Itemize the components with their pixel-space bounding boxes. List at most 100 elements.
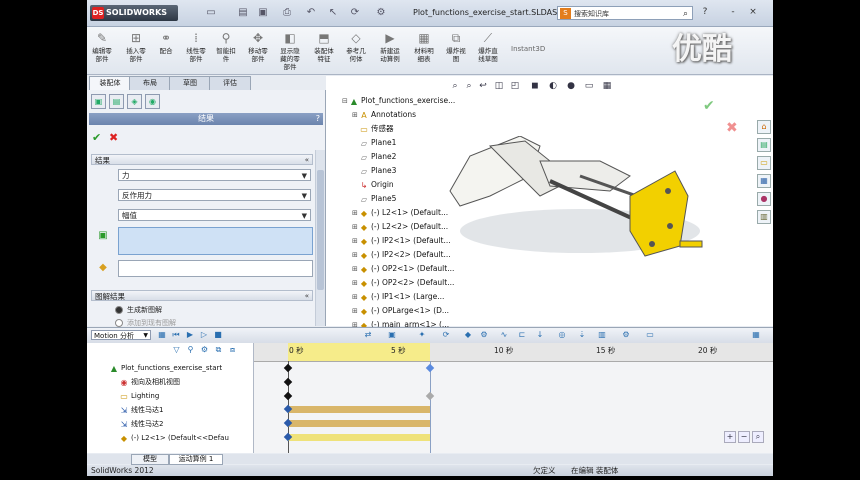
filter-results-icon[interactable]: ⧉ bbox=[213, 344, 224, 355]
spring-icon[interactable]: ∿ bbox=[499, 330, 509, 340]
group-plot-results[interactable]: 图解结果 « bbox=[91, 290, 313, 301]
view-settings-icon[interactable]: ▦ bbox=[602, 81, 612, 92]
motion-tree-part[interactable]: ◆ (-) L2<1> (Default<<Defau bbox=[119, 433, 229, 443]
group-results[interactable]: 结果 « bbox=[91, 154, 313, 165]
zoom-in-icon[interactable]: + bbox=[724, 431, 736, 443]
tab-sketch[interactable]: 草图 bbox=[169, 76, 211, 90]
tab-model[interactable]: 模型 bbox=[131, 454, 169, 465]
tree-item-plane1[interactable]: ▱ Plane1 bbox=[359, 138, 396, 148]
display-style-icon[interactable]: ◼ bbox=[530, 81, 540, 92]
loader-arm-model[interactable] bbox=[430, 136, 730, 266]
help-button[interactable]: ? bbox=[699, 6, 711, 19]
options-icon[interactable]: ⚙ bbox=[375, 7, 387, 19]
result-category-select[interactable]: 力 ▼ bbox=[118, 169, 311, 181]
result-component-select[interactable]: 幅值 ▼ bbox=[118, 209, 311, 221]
zoom-area-icon[interactable]: ⌕ bbox=[464, 81, 474, 92]
ribbon-button-0[interactable]: ✎ 编辑零部件 bbox=[91, 31, 113, 63]
feature-tree-icon[interactable]: ▣ bbox=[91, 94, 106, 109]
play-icon[interactable]: ▶ bbox=[185, 330, 195, 340]
force-icon[interactable]: ↓ bbox=[535, 330, 545, 340]
gravity-icon[interactable]: ⇣ bbox=[577, 330, 587, 340]
minimize-button[interactable]: - bbox=[727, 6, 739, 19]
motor-icon[interactable]: ⚙ bbox=[479, 330, 489, 340]
pm-scrollbar[interactable] bbox=[315, 150, 325, 326]
tree-item-part[interactable]: ⊞ ◆ (-) OPLarge<1> (D... bbox=[352, 306, 449, 316]
pm-scroll-thumb[interactable] bbox=[317, 170, 324, 290]
collapse-icon[interactable]: « bbox=[305, 291, 309, 302]
play-normal-icon[interactable]: ▷ bbox=[199, 330, 209, 340]
motion-tree-root[interactable]: ▲ Plot_functions_exercise_start bbox=[109, 363, 222, 373]
rebuild-icon[interactable]: ⟳ bbox=[349, 7, 361, 19]
motion-tree-view-camera[interactable]: ◉ 视向及相机视图 bbox=[119, 377, 181, 387]
section-view-icon[interactable]: ◫ bbox=[494, 81, 504, 92]
filter-collapse-icon[interactable]: ⧈ bbox=[227, 344, 238, 355]
tree-item-plane5[interactable]: ▱ Plane5 bbox=[359, 194, 396, 204]
zoom-fit-timeline-icon[interactable]: ⌕ bbox=[752, 431, 764, 443]
file-explorer-icon[interactable]: ▭ bbox=[757, 156, 771, 170]
mate-selection-box[interactable] bbox=[118, 227, 313, 255]
filter-driving-icon[interactable]: ⚲ bbox=[185, 344, 196, 355]
autokey-icon[interactable]: ⟳ bbox=[441, 330, 451, 340]
print-icon[interactable]: ⎙ bbox=[281, 7, 293, 19]
pm-help-icon[interactable]: ? bbox=[316, 113, 320, 125]
tree-item-sensors[interactable]: ▭ 传感器 bbox=[359, 124, 393, 134]
filter-selected-icon[interactable]: ⚙ bbox=[199, 344, 210, 355]
filter-animated-icon[interactable]: ▽ bbox=[171, 344, 182, 355]
ribbon-button-6[interactable]: ◧ 显示隐藏的零部件 bbox=[279, 31, 301, 71]
rewind-icon[interactable]: ⏮ bbox=[171, 330, 181, 340]
radio-new-plot[interactable]: 生成新图解 bbox=[115, 305, 162, 315]
tree-item-part[interactable]: ⊞ ◆ (-) OP2<2> (Default... bbox=[352, 278, 454, 288]
ribbon-button-7[interactable]: ⬒ 装配体特征 bbox=[313, 31, 335, 63]
keyframe[interactable] bbox=[283, 391, 293, 401]
motion-study-type-select[interactable]: Motion 分析 ▼ bbox=[91, 330, 151, 340]
keyframe[interactable] bbox=[283, 377, 293, 387]
ribbon-button-4[interactable]: ⚲ 智能扣件 bbox=[215, 31, 237, 63]
scene-icon[interactable]: ▭ bbox=[584, 81, 594, 92]
collapse-motion-icon[interactable]: ▭ bbox=[645, 330, 655, 340]
damper-icon[interactable]: ⊏ bbox=[517, 330, 527, 340]
ribbon-button-11[interactable]: ⧉ 爆炸视图 bbox=[445, 31, 467, 63]
animation-wizard-icon[interactable]: ✦ bbox=[417, 330, 427, 340]
property-manager-icon[interactable]: ▤ bbox=[109, 94, 124, 109]
motion-timeline[interactable]: 0 秒 5 秒 10 秒 15 秒 20 秒 + − ⌕ bbox=[254, 343, 773, 453]
new-file-icon[interactable]: ▭ bbox=[205, 7, 217, 19]
cancel-x-icon[interactable]: ✖ bbox=[109, 131, 118, 144]
view-orientation-icon[interactable]: ◰ bbox=[510, 81, 520, 92]
calculate-icon[interactable]: ▦ bbox=[157, 330, 167, 340]
tree-item-plane3[interactable]: ▱ Plane3 bbox=[359, 166, 396, 176]
add-key-icon[interactable]: ◆ bbox=[463, 330, 473, 340]
instant3d-button[interactable]: Instant3D bbox=[511, 45, 545, 53]
time-bar-current[interactable] bbox=[430, 361, 431, 453]
tree-item-origin[interactable]: ↳ Origin bbox=[359, 180, 394, 190]
appearance-icon[interactable]: ● bbox=[566, 81, 576, 92]
home-icon[interactable]: ⌂ bbox=[757, 120, 771, 134]
tree-root[interactable]: ⊟ ▲ Plot_functions_exercise... bbox=[342, 96, 455, 106]
motor2-duration-bar[interactable] bbox=[288, 420, 430, 427]
result-subcategory-select[interactable]: 反作用力 ▼ bbox=[118, 189, 311, 201]
save-animation-icon[interactable]: ▣ bbox=[387, 330, 397, 340]
solidworks-logo[interactable]: DS SOLIDWORKS bbox=[90, 5, 178, 21]
ribbon-button-10[interactable]: ▦ 材料明细表 bbox=[413, 31, 435, 63]
motion-tree-motor1[interactable]: ⇲ 线性马达1 bbox=[119, 405, 164, 415]
tab-assembly[interactable]: 装配体 bbox=[89, 76, 131, 90]
close-button[interactable]: × bbox=[747, 6, 759, 19]
ribbon-button-8[interactable]: ◇ 参考几何体 bbox=[345, 31, 367, 63]
part-duration-bar[interactable] bbox=[288, 434, 430, 441]
appearances-icon[interactable]: ● bbox=[757, 192, 771, 206]
search-input[interactable]: S 搜索知识库 ⌕ bbox=[557, 6, 693, 20]
study-properties-icon[interactable]: ⚙ bbox=[621, 330, 631, 340]
tab-layout[interactable]: 布局 bbox=[129, 76, 171, 90]
design-library-icon[interactable]: ▤ bbox=[757, 138, 771, 152]
tab-motion-study-1[interactable]: 运动算例 1 bbox=[169, 454, 223, 465]
keyframe[interactable] bbox=[425, 363, 435, 373]
ribbon-button-2[interactable]: ⚭ 配合 bbox=[155, 31, 177, 55]
select-icon[interactable]: ↖ bbox=[327, 7, 339, 19]
config-manager-icon[interactable]: ◈ bbox=[127, 94, 142, 109]
collapse-icon[interactable]: « bbox=[305, 155, 309, 166]
tree-item-annotations[interactable]: ⊞ A Annotations bbox=[352, 110, 416, 120]
view-palette-icon[interactable]: ▦ bbox=[757, 174, 771, 188]
graphics-area[interactable]: ⌕ ⌕ ↩ ◫ ◰ ◼ ◐ ● ▭ ▦ ⊟ ▲ Plot_functions_exe… bbox=[326, 76, 773, 330]
keyframe[interactable] bbox=[283, 363, 293, 373]
ribbon-button-9[interactable]: ▶ 新建运动算例 bbox=[379, 31, 401, 63]
ribbon-button-12[interactable]: ⟋ 爆炸直线草图 bbox=[477, 31, 499, 63]
